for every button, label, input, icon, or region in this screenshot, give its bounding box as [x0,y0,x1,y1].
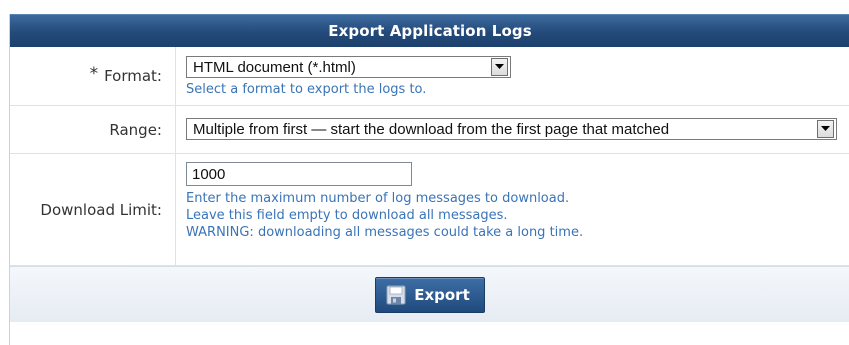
download-limit-hints: Enter the maximum number of log messages… [186,190,849,241]
download-limit-label: Download Limit: [40,200,162,219]
download-limit-field-cell: Enter the maximum number of log messages… [176,154,849,265]
format-select[interactable]: HTML document (*.html) [186,56,511,78]
format-row: * Format: HTML document (*.html) Select … [10,47,849,106]
save-disk-icon [386,285,406,304]
format-dropdown-button[interactable] [491,58,508,76]
format-label: Format: [104,67,162,85]
range-row: Range: Multiple from first — start the d… [10,106,849,154]
download-limit-input[interactable] [186,162,412,186]
range-label: Range: [109,120,162,139]
format-field-cell: HTML document (*.html) Select a format t… [176,47,849,105]
range-label-cell: Range: [10,106,176,153]
chevron-down-icon [821,126,830,131]
required-marker: * [89,64,99,84]
panel-title: Export Application Logs [10,14,849,47]
format-label-cell: * Format: [10,47,176,105]
export-button-label: Export [414,285,470,304]
format-hint: Select a format to export the logs to. [186,82,427,97]
download-limit-row: Download Limit: Enter the maximum number… [10,154,849,266]
range-select[interactable]: Multiple from first — start the download… [186,118,837,140]
range-dropdown-button[interactable] [817,120,834,138]
range-select-value: Multiple from first — start the download… [193,120,670,138]
export-logs-panel: Export Application Logs * Format: HTML d… [9,14,849,345]
export-button[interactable]: Export [375,276,485,313]
panel-footer: Export [10,266,849,322]
chevron-down-icon [495,64,504,69]
download-limit-hint-2: Leave this field empty to download all m… [186,208,508,223]
download-limit-warning: WARNING: downloading all messages could … [186,225,584,240]
download-limit-hint-1: Enter the maximum number of log messages… [186,191,570,206]
range-field-cell: Multiple from first — start the download… [176,106,849,153]
format-select-value: HTML document (*.html) [193,58,356,76]
download-limit-label-cell: Download Limit: [10,154,176,265]
